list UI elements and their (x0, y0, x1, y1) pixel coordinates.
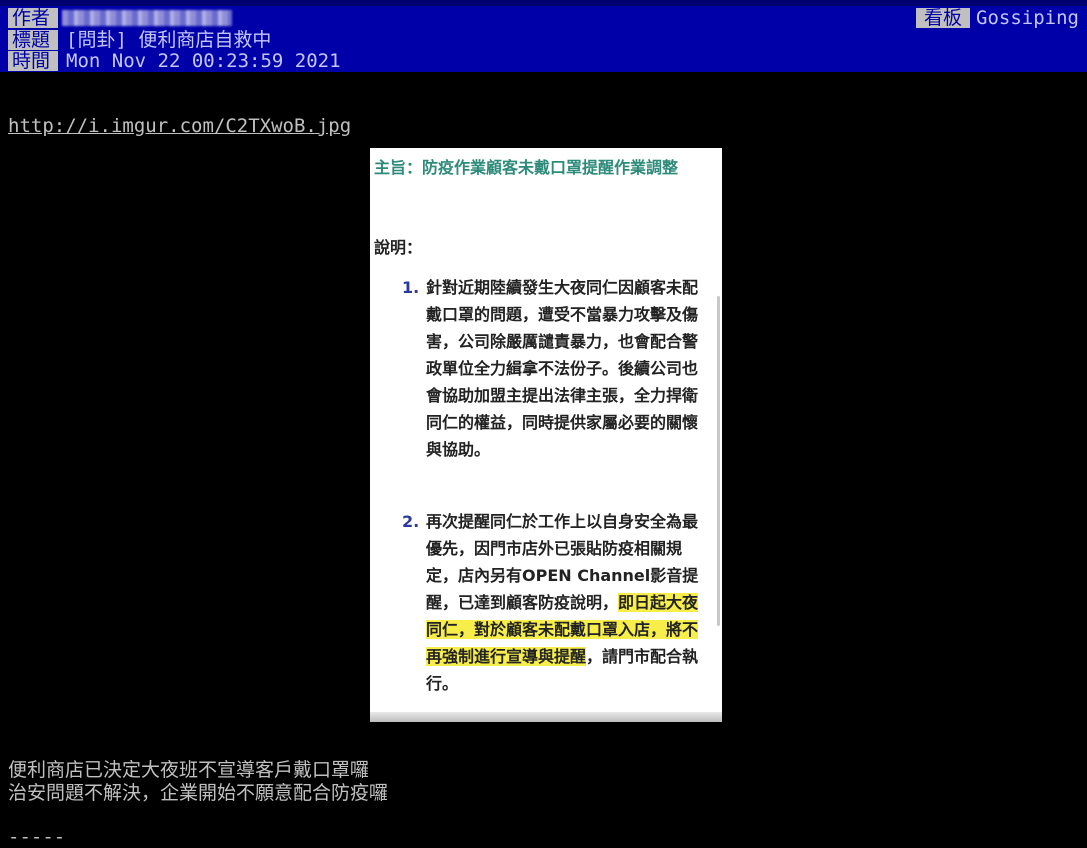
doc-item-2: 2. 再次提醒同仁於工作上以自身安全為最優先，因門市店外已張貼防疫相關規定，店內… (402, 508, 702, 697)
title-row: 標題 [問卦] 便利商店自救中 (8, 30, 271, 50)
doc-item-2-number: 2. (402, 512, 420, 531)
doc-item-1: 1. 針對近期陸續發生大夜同仁因顧客未配戴口罩的問題，遭受不當暴力攻擊及傷害，公… (402, 274, 702, 463)
doc-bottom-strip (370, 712, 722, 722)
author-label: 作者 (8, 8, 59, 28)
image-link-line: http://i.imgur.com/C2TXwoB.jpg (8, 115, 351, 137)
doc-explain-label: 說明： (374, 238, 423, 257)
image-link[interactable]: http://i.imgur.com/C2TXwoB.jpg (8, 115, 351, 137)
post-time: Mon Nov 22 00:23:59 2021 (66, 50, 341, 72)
doc-subject-text: 防疫作業顧客未戴口罩提醒作業調整 (422, 158, 679, 177)
body-line-1: 便利商店已決定大夜班不宣導客戶戴口罩囉 (8, 759, 370, 781)
embedded-image[interactable]: 主旨：防疫作業顧客未戴口罩提醒作業調整 說明： 1. 針對近期陸續發生大夜同仁因… (370, 148, 722, 722)
author-redacted (62, 10, 233, 26)
board-name[interactable]: Gossiping (976, 8, 1079, 28)
time-row: 時間 Mon Nov 22 00:23:59 2021 (8, 51, 341, 71)
signature-separator: ----- (8, 826, 66, 848)
article-title: [問卦] 便利商店自救中 (66, 29, 272, 51)
doc-item-1-number: 1. (402, 278, 420, 297)
title-label: 標題 (8, 30, 59, 50)
time-label: 時間 (8, 51, 59, 71)
article-header: 作者 看板 Gossiping 標題 [問卦] 便利商店自救中 時間 Mon Nov … (0, 0, 1087, 72)
doc-item-2-text: 再次提醒同仁於工作上以自身安全為最優先，因門市店外已張貼防疫相關規定，店內另有O… (426, 508, 702, 697)
author-row: 作者 (8, 8, 233, 28)
body-line-2: 治安問題不解決，企業開始不願意配合防疫囉 (8, 782, 389, 804)
doc-scrollbar (717, 296, 720, 626)
doc-subject-label: 主旨： (374, 158, 423, 177)
header-top-strip (0, 0, 1087, 6)
board-label: 看板 (916, 8, 971, 28)
board-row: 看板 Gossiping (916, 8, 1079, 28)
doc-item-1-text: 針對近期陸續發生大夜同仁因顧客未配戴口罩的問題，遭受不當暴力攻擊及傷害，公司除嚴… (426, 278, 699, 459)
doc-subject: 主旨：防疫作業顧客未戴口罩提醒作業調整 (374, 154, 694, 182)
